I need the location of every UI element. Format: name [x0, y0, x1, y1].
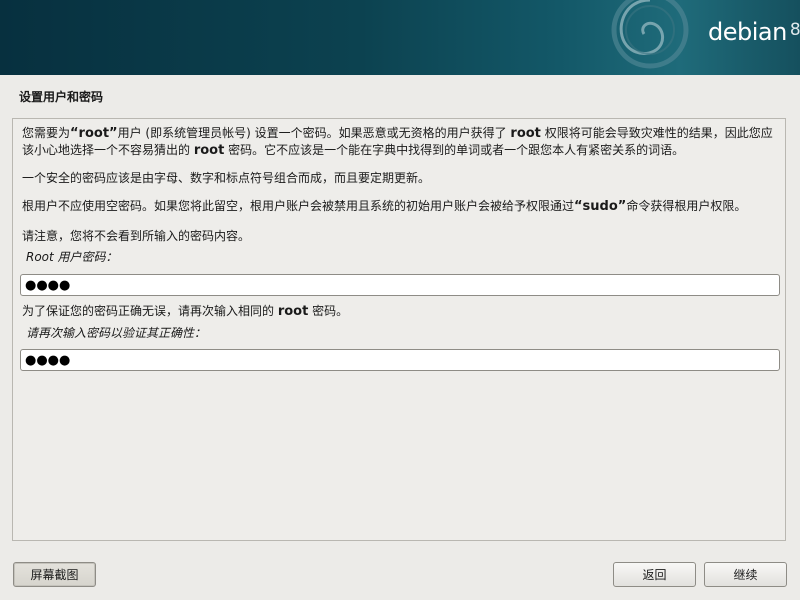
brand-name: debian	[708, 18, 787, 46]
debian-swirl-icon	[611, 0, 689, 69]
back-button[interactable]: 返回	[613, 562, 696, 587]
intro-paragraph-4: 请注意，您将不会看到所输入的密码内容。	[22, 229, 251, 243]
root-password-label: Root 用户密码：	[26, 250, 118, 264]
intro-paragraph-1: 您需要为“root”用户 (即系统管理员帐号) 设置一个密码。如果恶意或无资格的…	[22, 126, 773, 158]
root-password-input[interactable]	[20, 274, 780, 296]
intro-paragraph-3: 根用户不应使用空密码。如果您将此留空，根用户账户会被禁用且系统的初始用户账户会被…	[22, 199, 747, 214]
screenshot-button[interactable]: 屏幕截图	[13, 562, 96, 587]
verify-password-input[interactable]	[20, 349, 780, 371]
intro-paragraph-2: 一个安全的密码应该是由字母、数字和标点符号组合而成，而且要定期更新。	[22, 171, 431, 185]
header-banner: debian 8	[0, 0, 800, 75]
brand-version: 8	[789, 20, 800, 40]
page-title: 设置用户和密码	[19, 90, 104, 104]
continue-button[interactable]: 继续	[704, 562, 787, 587]
debian-brand: debian 8	[708, 18, 800, 46]
verify-note: 为了保证您的密码正确无误，请再次输入相同的 root 密码。	[22, 304, 349, 319]
verify-password-label: 请再次输入密码以验证其正确性：	[26, 326, 207, 340]
content-panel: 您需要为“root”用户 (即系统管理员帐号) 设置一个密码。如果恶意或无资格的…	[12, 118, 786, 541]
